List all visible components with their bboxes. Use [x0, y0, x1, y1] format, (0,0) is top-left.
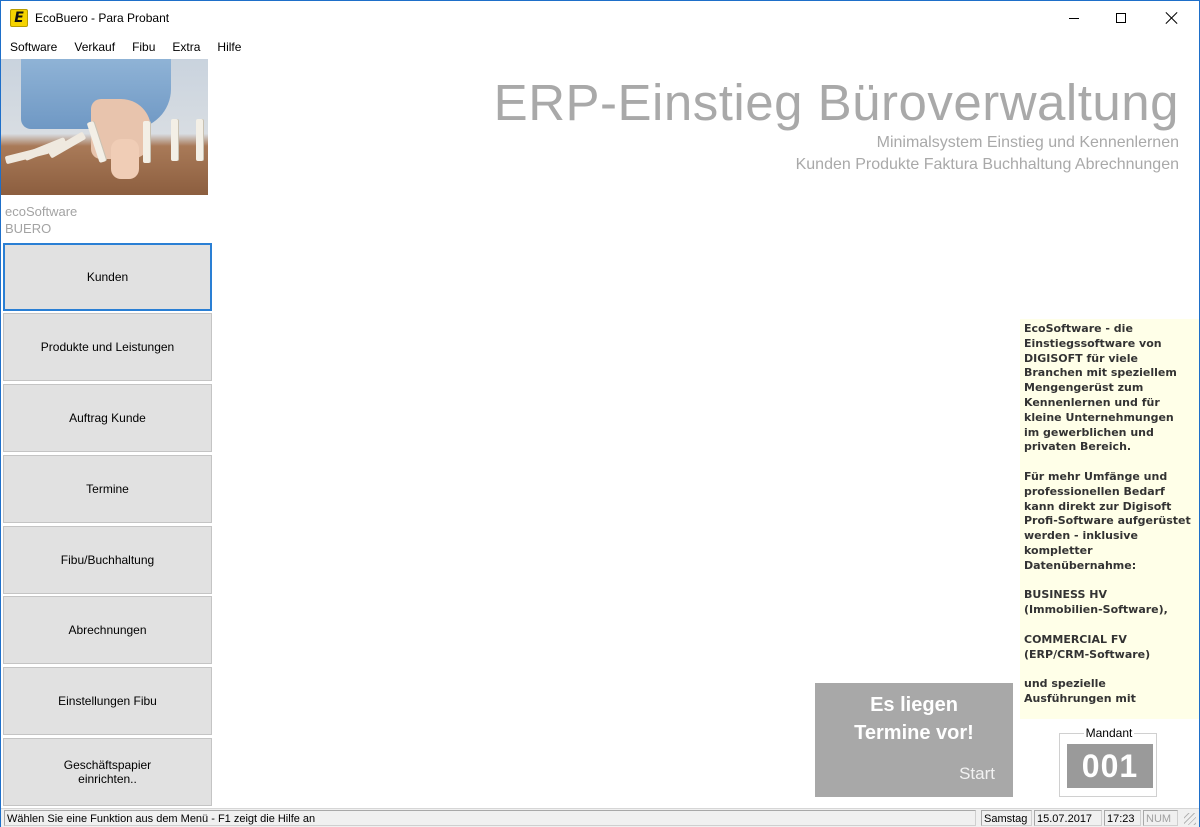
menu-hilfe[interactable]: Hilfe: [208, 37, 249, 57]
status-day: Samstag: [981, 810, 1032, 826]
app-window: E EcoBuero - Para Probant Software Verka…: [0, 0, 1200, 827]
mandant-group: Mandant 001: [1059, 726, 1157, 797]
termine-button[interactable]: Termine: [3, 455, 212, 523]
sidebar: ecoSoftware BUERO Kunden Produkte und Le…: [1, 59, 213, 807]
menu-extra[interactable]: Extra: [163, 37, 208, 57]
info-line: Datenübernahme:: [1024, 558, 1137, 572]
minimize-button[interactable]: [1051, 1, 1097, 35]
info-line: (ERP/CRM-Software): [1024, 647, 1151, 661]
minimize-icon: [1069, 17, 1079, 19]
page-title: ERP-Einstieg Büroverwaltung: [493, 74, 1179, 131]
maximize-button[interactable]: [1098, 1, 1144, 35]
info-line: Ausführungen mit: [1024, 691, 1136, 705]
appointments-notice[interactable]: Es liegen Termine vor! Start: [815, 683, 1013, 797]
mandant-label: Mandant: [1083, 726, 1135, 740]
menu-bar: Software Verkauf Fibu Extra Hilfe: [1, 37, 249, 57]
brand-line-1: ecoSoftware: [5, 204, 78, 219]
menu-verkauf[interactable]: Verkauf: [65, 37, 123, 57]
info-line: kleine Unternehmungen: [1024, 410, 1174, 424]
info-line: und spezielle: [1024, 677, 1106, 691]
info-line: (Immobilien-Software),: [1024, 603, 1168, 617]
menu-software[interactable]: Software: [1, 37, 65, 57]
subtitle-1: Minimalsystem Einstieg und Kennenlernen: [876, 134, 1179, 151]
menu-fibu[interactable]: Fibu: [123, 37, 163, 57]
status-num: NUM: [1143, 810, 1178, 826]
info-line: Profi-Software aufgerüstet: [1024, 514, 1191, 528]
appointments-line-1: Es liegen: [870, 694, 958, 716]
status-message: Wählen Sie eine Funktion aus dem Menü - …: [4, 810, 976, 826]
window-title: EcoBuero - Para Probant: [35, 11, 170, 25]
info-line: Kennenlernen und für: [1024, 395, 1160, 409]
close-icon: [1166, 12, 1178, 24]
produkte-button[interactable]: Produkte und Leistungen: [3, 313, 212, 381]
domino-hand-image: [1, 59, 208, 195]
info-line: Einstiegssoftware von: [1024, 336, 1162, 350]
subtitle-2: Kunden Produkte Faktura Buchhaltung Abre…: [795, 156, 1179, 173]
info-line: privaten Bereich.: [1024, 440, 1132, 454]
info-line: kann direkt zur Digisoft: [1024, 499, 1172, 513]
info-line: werden - inklusive: [1024, 529, 1138, 543]
maximize-icon: [1116, 13, 1126, 23]
auftrag-kunde-button[interactable]: Auftrag Kunde: [3, 384, 212, 452]
start-button[interactable]: Start: [959, 764, 995, 784]
fibu-buchhaltung-button[interactable]: Fibu/Buchhaltung: [3, 526, 212, 594]
info-line: COMMERCIAL FV: [1024, 632, 1127, 646]
info-line: BUSINESS HV: [1024, 588, 1107, 602]
info-line: Branchen mit speziellem: [1024, 366, 1177, 380]
geschaeftspapier-button[interactable]: Geschäftspapier einrichten..: [3, 738, 212, 806]
info-line: professionellen Bedarf: [1024, 484, 1165, 498]
info-line: EcoSoftware - die: [1024, 322, 1133, 335]
close-button[interactable]: [1149, 1, 1195, 35]
status-bar: Wählen Sie eine Funktion aus dem Menü - …: [1, 808, 1199, 827]
info-line: DIGISOFT für viele: [1024, 351, 1138, 365]
mandant-value[interactable]: 001: [1067, 744, 1153, 788]
info-line: kompletter: [1024, 543, 1093, 557]
appointments-line-2: Termine vor!: [854, 722, 974, 744]
status-date: 15.07.2017: [1034, 810, 1102, 826]
resize-grip-icon[interactable]: [1184, 813, 1196, 825]
info-panel: EcoSoftware - die Einstiegssoftware von …: [1020, 319, 1199, 719]
info-line: Für mehr Umfänge und: [1024, 469, 1168, 483]
brand-line-2: BUERO: [5, 221, 52, 236]
brand-text: ecoSoftware BUERO: [5, 203, 77, 237]
title-bar[interactable]: E EcoBuero - Para Probant: [1, 1, 1199, 35]
einstellungen-fibu-button[interactable]: Einstellungen Fibu: [3, 667, 212, 735]
kunden-button[interactable]: Kunden: [3, 243, 212, 311]
app-logo-icon: E: [10, 9, 28, 27]
info-line: im gewerblichen und: [1024, 425, 1154, 439]
abrechnungen-button[interactable]: Abrechnungen: [3, 596, 212, 664]
status-time: 17:23: [1104, 810, 1141, 826]
info-line: Mengengerüst zum: [1024, 381, 1144, 395]
